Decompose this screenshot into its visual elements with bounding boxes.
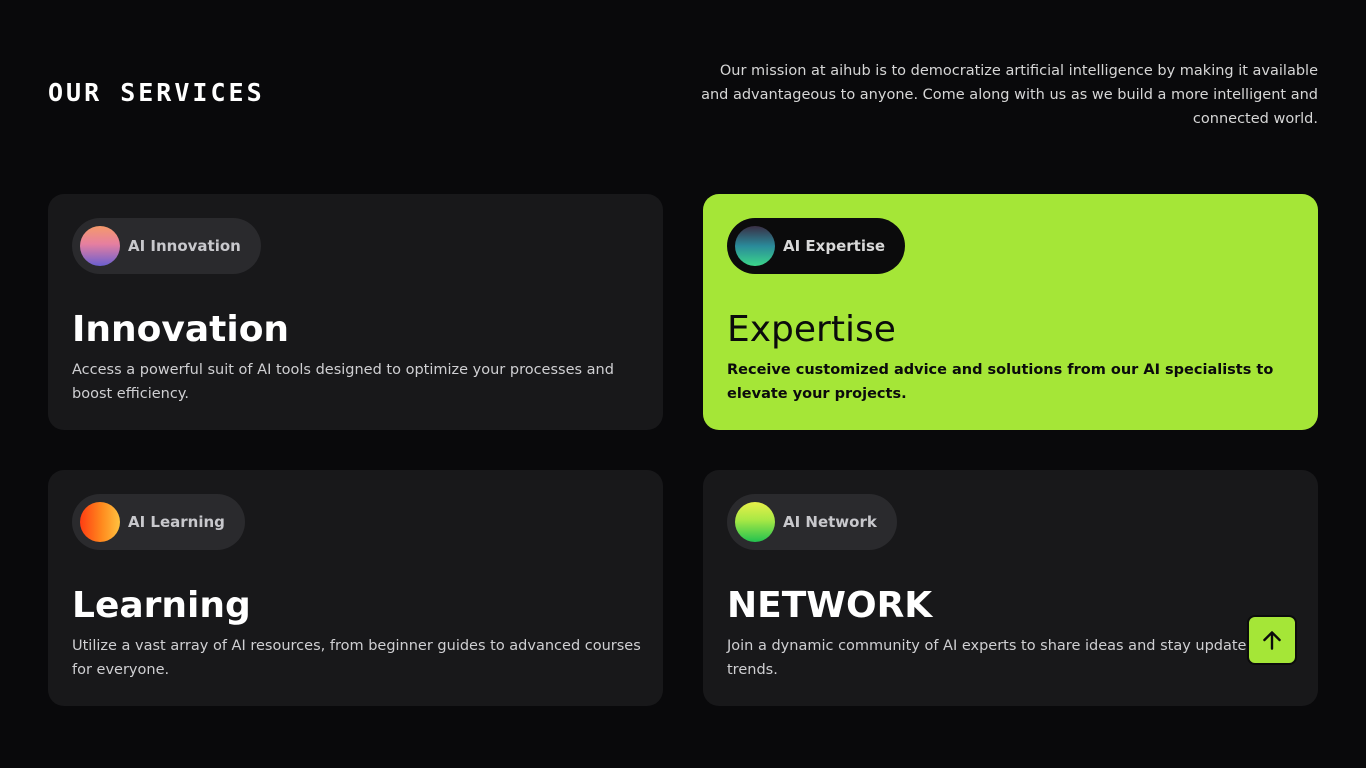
gradient-orb-icon: [80, 502, 120, 542]
service-card-network[interactable]: AI Network NETWORK Join a dynamic commun…: [703, 470, 1318, 706]
card-description: Access a powerful suit of AI tools desig…: [72, 362, 614, 402]
card-description: Join a dynamic community of AI experts t…: [727, 638, 1279, 678]
mission-text: Our mission at aihub is to democratize a…: [701, 63, 1318, 127]
pill-label: AI Expertise: [783, 237, 886, 255]
gradient-orb-icon: [735, 226, 775, 266]
scroll-to-top-button[interactable]: [1247, 615, 1297, 665]
service-card-innovation[interactable]: AI Innovation Innovation Access a powerf…: [48, 194, 663, 430]
pill-label: AI Network: [783, 513, 877, 531]
section-title: OUR SERVICES: [48, 78, 265, 107]
gradient-orb-icon: [735, 502, 775, 542]
card-title: Expertise: [727, 309, 896, 350]
card-title: Innovation: [72, 309, 290, 350]
service-pill-network[interactable]: AI Network: [727, 494, 897, 550]
card-title: NETWORK: [727, 585, 933, 626]
arrow-up-icon: [1263, 631, 1281, 650]
services-page: OUR SERVICES Our mission at aihub is to …: [0, 0, 1366, 768]
service-pill-innovation[interactable]: AI Innovation: [72, 218, 261, 274]
service-pill-expertise[interactable]: AI Expertise: [727, 218, 906, 274]
pill-label: AI Learning: [128, 513, 225, 531]
card-title: Learning: [72, 585, 251, 626]
service-pill-learning[interactable]: AI Learning: [72, 494, 245, 550]
gradient-orb-icon: [80, 226, 120, 266]
service-card-expertise[interactable]: AI Expertise Expertise Receive customize…: [703, 194, 1318, 430]
service-card-learning[interactable]: AI Learning Learning Utilize a vast arra…: [48, 470, 663, 706]
card-description: Receive customized advice and solutions …: [727, 362, 1274, 402]
pill-label: AI Innovation: [128, 237, 241, 255]
card-description: Utilize a vast array of AI resources, fr…: [72, 638, 641, 678]
